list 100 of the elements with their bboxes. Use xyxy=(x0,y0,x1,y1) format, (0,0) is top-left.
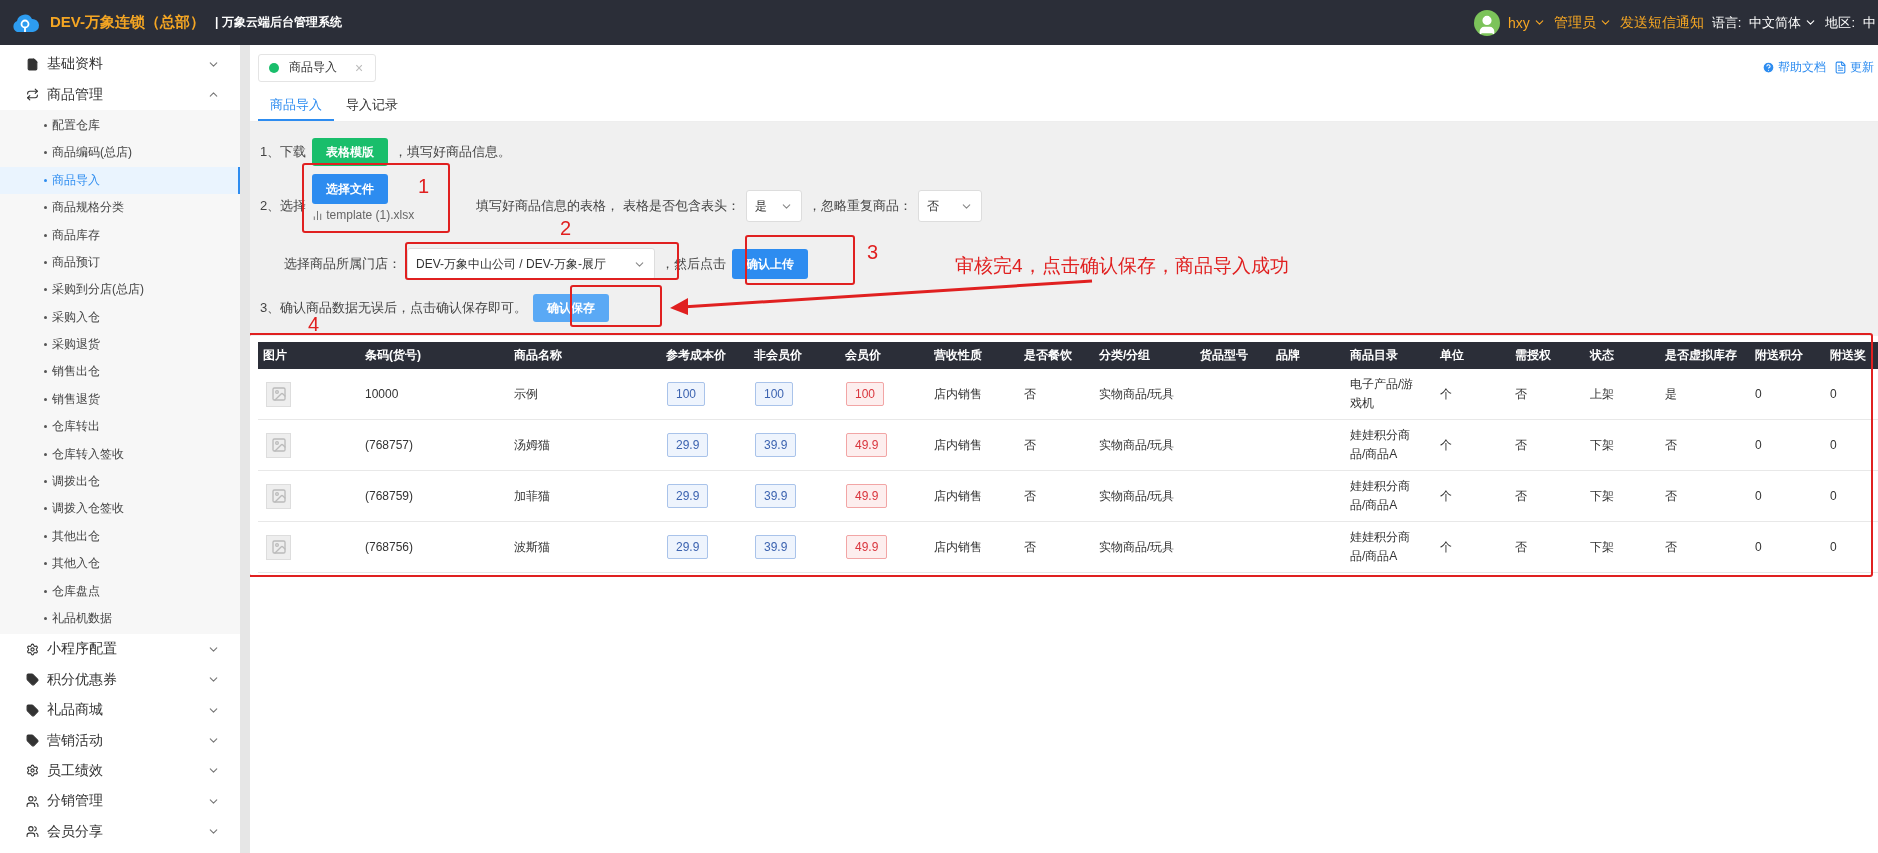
sidebar-subitem[interactable]: 采购到分店(总店) xyxy=(0,276,240,304)
sidebar-subitem[interactable]: 调拨出仓 xyxy=(0,467,240,496)
table-cell-text: 娃娃积分商品/商品A xyxy=(1350,427,1411,463)
sidebar-item[interactable]: 会员分享 xyxy=(0,816,240,847)
column-header: 品牌 xyxy=(1271,342,1345,369)
table-cell-text: 否 xyxy=(1515,538,1527,556)
sidebar-subitem[interactable]: 仓库转出 xyxy=(0,413,240,441)
bullet-icon xyxy=(44,507,47,511)
language-label: 语言: xyxy=(1711,13,1742,32)
column-header: 是否虚拟库存 xyxy=(1660,342,1750,369)
sidebar-subitem[interactable]: 商品库存 xyxy=(0,221,240,249)
sidebar-subitem[interactable]: 其他出仓 xyxy=(0,522,240,551)
bullet-icon xyxy=(44,151,47,155)
bullet-icon xyxy=(44,178,47,182)
sidebar-subitem[interactable]: 采购入仓 xyxy=(0,303,240,331)
sidebar-subitem[interactable]: 仓库转入签收 xyxy=(0,440,240,468)
annotation-number: 2 xyxy=(560,217,572,240)
users-icon xyxy=(26,794,39,808)
user-menu[interactable]: hxy xyxy=(1507,14,1546,31)
sms-link[interactable]: 发送短信通知 xyxy=(1619,13,1704,32)
table-cell-text: 上架 xyxy=(1590,385,1614,403)
sidebar-subitem[interactable]: 采购退货 xyxy=(0,330,240,359)
bullet-icon xyxy=(44,233,47,237)
sidebar-scrollbar[interactable] xyxy=(240,45,250,853)
price-field[interactable]: 49.9 xyxy=(846,535,888,559)
table-cell-text: 0 xyxy=(1755,487,1762,505)
sidebar-item[interactable]: 营销活动 xyxy=(0,725,240,756)
bullet-icon xyxy=(44,480,47,484)
sidebar-item[interactable]: 基础资料 xyxy=(0,49,240,80)
table-cell-text: 0 xyxy=(1755,436,1762,454)
sidebar-item[interactable]: 员工绩效 xyxy=(0,755,240,787)
table-cell-text: 汤姆猫 xyxy=(514,436,550,454)
table-cell-text: 下架 xyxy=(1590,436,1614,454)
sidebar-subitem[interactable]: 配置仓库 xyxy=(0,111,240,140)
table-cell-text: 下架 xyxy=(1590,538,1614,556)
file-icon xyxy=(26,57,39,71)
price-field[interactable]: 100 xyxy=(755,382,794,406)
store-select[interactable]: DEV-万象中山公司 / DEV-万象-展厅 xyxy=(407,248,655,280)
avatar-icon[interactable] xyxy=(1473,9,1500,36)
region-menu[interactable]: 中 xyxy=(1863,13,1876,32)
role-menu[interactable]: 管理员 xyxy=(1553,13,1612,32)
help-link[interactable]: 帮助文档 xyxy=(1762,59,1826,76)
price-field[interactable]: 29.9 xyxy=(667,484,709,508)
table-cell-text: 店内销售 xyxy=(934,538,982,556)
sidebar-subitem[interactable]: 礼品机数据 xyxy=(0,604,240,633)
price-field[interactable]: 49.9 xyxy=(846,484,888,508)
table-cell-text: 否 xyxy=(1515,436,1527,454)
table-cell-text: 否 xyxy=(1024,385,1036,403)
table-cell-text: (768756) xyxy=(365,538,414,556)
sidebar-subitem[interactable]: 调拨入仓签收 xyxy=(0,495,240,523)
table-cell-text: 波斯猫 xyxy=(514,538,550,556)
image-placeholder-icon xyxy=(266,381,291,407)
sidebar-item[interactable]: 小程序配置 xyxy=(0,634,240,665)
column-header: 商品目录 xyxy=(1345,342,1435,369)
table-cell-text: 实物商品/玩具 xyxy=(1099,538,1175,556)
language-menu[interactable]: 中文简体 xyxy=(1749,13,1818,32)
bullet-icon xyxy=(44,617,47,620)
table-cell-text: (768759) xyxy=(365,487,414,505)
column-header: 需授权 xyxy=(1510,342,1585,369)
table-cell-text: 实物商品/玩具 xyxy=(1099,385,1175,403)
bullet-icon xyxy=(44,260,47,264)
sidebar-item[interactable]: 商品管理 xyxy=(0,79,240,110)
document-icon xyxy=(1834,61,1847,74)
sidebar-subitem[interactable]: 销售出仓 xyxy=(0,358,240,386)
price-field[interactable]: 29.9 xyxy=(667,433,709,457)
table-cell-text: 娃娃积分商品/商品A xyxy=(1350,529,1411,565)
sidebar-subitem[interactable]: 仓库盘点 xyxy=(0,577,240,605)
sidebar-item[interactable]: 分销管理 xyxy=(0,786,240,817)
image-placeholder-icon xyxy=(266,432,291,458)
table-cell-text: 0 xyxy=(1830,487,1837,505)
help-link[interactable]: 更新 xyxy=(1834,59,1874,76)
bar-chart-icon xyxy=(312,209,324,221)
price-field[interactable]: 29.9 xyxy=(667,535,709,559)
table-cell-text: 是 xyxy=(1665,385,1677,403)
price-field[interactable]: 39.9 xyxy=(755,433,797,457)
bullet-icon xyxy=(44,315,47,319)
tab[interactable]: 导入记录 xyxy=(334,90,410,121)
page-tab[interactable]: 商品导入 × xyxy=(258,53,377,82)
price-field[interactable]: 39.9 xyxy=(755,484,797,508)
sidebar-item[interactable]: 礼品商城 xyxy=(0,695,240,726)
tag-icon xyxy=(26,703,39,717)
price-field[interactable]: 100 xyxy=(667,382,706,406)
gear-icon xyxy=(26,764,39,778)
duplicate-select[interactable]: 否 xyxy=(917,190,982,222)
sidebar-subitem[interactable]: 销售退货 xyxy=(0,385,240,414)
price-field[interactable]: 39.9 xyxy=(755,535,797,559)
price-field[interactable]: 49.9 xyxy=(846,433,888,457)
price-field[interactable]: 100 xyxy=(846,382,885,406)
image-placeholder-icon xyxy=(266,483,291,509)
sidebar-subitem[interactable]: 商品预订 xyxy=(0,248,240,277)
table-cell-text: 0 xyxy=(1755,538,1762,556)
sidebar-subitem[interactable]: 商品规格分类 xyxy=(0,193,240,222)
header-select[interactable]: 是 xyxy=(745,190,802,222)
column-header: 图片 xyxy=(258,342,360,369)
sidebar-subitem[interactable]: 其他入仓 xyxy=(0,550,240,578)
table-cell-text: 个 xyxy=(1440,538,1452,556)
sidebar-subitem[interactable]: 商品编码(总店) xyxy=(0,139,240,167)
table-cell-text: 0 xyxy=(1830,436,1837,454)
sidebar-item[interactable]: 积分优惠券 xyxy=(0,664,240,695)
column-header: 附送奖 xyxy=(1825,342,1878,369)
